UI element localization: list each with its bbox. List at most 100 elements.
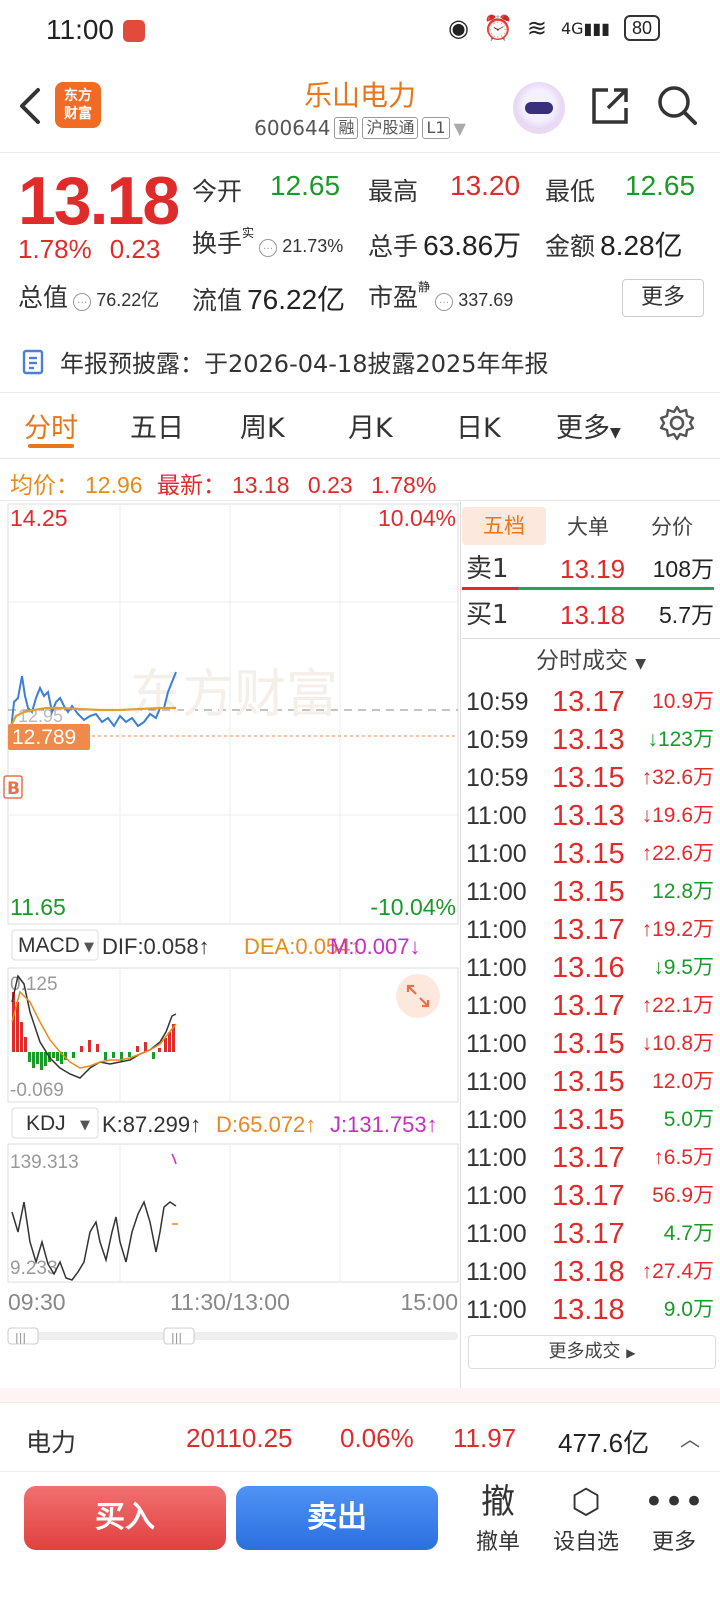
tab-five-levels[interactable]: 五档 [462,507,546,545]
tab-big-orders[interactable]: 大单 [546,511,630,541]
sell-button[interactable]: 卖出 [236,1486,438,1550]
trade-volume: 5.0万 [663,1108,714,1131]
expand-icon [396,974,440,1018]
trade-volume: ↑22.1万 [641,994,714,1017]
gear-icon[interactable] [658,404,696,442]
ask-row: 卖1 13.19 108万 [462,546,720,592]
trade-time: 11:00 [466,1030,527,1058]
info-icon: … [435,292,454,311]
time-start: 09:30 [8,1289,66,1315]
trade-volume: ↑6.5万 [653,1146,714,1169]
high-value: 13.20 [450,170,521,201]
intraday-chart[interactable]: 东方财富 14.25 11.65 10.04% -10.04% 12.95 12… [0,502,460,1372]
search-icon[interactable] [656,84,698,126]
pct-axis-top: 10.04% [378,505,456,531]
more-actions-button[interactable]: ••• 更多 [634,1480,714,1556]
trade-row: 10:59 13.13 ↓123万 [462,721,720,759]
alarm-icon: ⏰ [482,14,513,42]
trade-row: 11:00 13.17 ↑19.2万 [462,911,720,949]
trade-price: 13.16 [552,952,625,984]
trade-time: 11:00 [466,1220,527,1248]
tab-intraday[interactable]: 分时 [24,406,78,445]
trade-row: 11:00 13.15 12.0万 [462,1063,720,1101]
trade-price: 13.17 [552,1180,625,1212]
macd-m: M:0.007↓ [330,934,421,959]
trade-time: 11:00 [466,840,527,868]
pe-value: 337.69 [458,290,514,310]
trades-title[interactable]: 分时成交 ▼ [462,639,720,683]
tab-weekly-k[interactable]: 周K [240,406,285,445]
svg-text:|||: ||| [171,1331,182,1344]
trade-volume: ↑27.4万 [641,1260,714,1283]
trade-time: 11:00 [466,878,527,906]
trade-time: 11:00 [466,992,527,1020]
sector-pct: 0.06% [340,1423,414,1453]
trade-volume: 9.0万 [663,1298,714,1321]
signal-icon: 4G▮▮▮ [560,18,610,38]
kdj-j: J:131.753↑ [330,1112,438,1137]
caret-down-icon: ▼ [635,656,647,672]
trade-time: 11:00 [466,1068,527,1096]
sector-index: 20110.25 [186,1423,293,1453]
trade-price: 13.15 [552,762,625,794]
document-icon [22,349,44,374]
tab-daily-k[interactable]: 日K [456,406,501,445]
stock-code: 600644 [254,116,331,140]
sector-bar[interactable]: 电力 20110.25 0.06% 11.97 477.6亿 ︿ [0,1402,720,1472]
kdj-label: KDJ [26,1112,66,1135]
trade-row: 11:00 13.18 ↑27.4万 [462,1253,720,1291]
trade-row: 11:00 13.15 12.8万 [462,873,720,911]
svg-text:▼: ▼ [84,940,94,955]
trade-price: 13.15 [552,876,625,908]
add-watchlist-button[interactable]: ⬡ 设自选 [546,1480,626,1556]
svg-text:▼: ▼ [80,1118,90,1133]
volume-stat: 总手 63.86万 [368,230,522,261]
trade-price: 13.15 [552,1028,625,1060]
tab-five-day[interactable]: 五日 [130,406,184,445]
trade-price: 13.17 [552,990,625,1022]
trade-volume: 12.0万 [652,1070,714,1093]
trade-row: 11:00 13.17 56.9万 [462,1177,720,1215]
avg-price-line: 均价： 12.96 最新： 13.18 0.23 1.78% [10,472,437,498]
status-time: 11:00 [46,14,114,45]
buy-button[interactable]: 买入 [24,1486,226,1550]
divider [0,500,720,501]
trade-row: 11:00 13.15 5.0万 [462,1101,720,1139]
current-price: 13.18 [18,163,180,239]
open-stat: 今开 [192,177,243,206]
notice-text: 年报预披露：于2026-04-18披露2025年年报 [60,350,549,378]
assistant-robot-icon[interactable] [513,82,565,134]
chevron-up-icon[interactable]: ︿ [680,1423,700,1452]
tab-more[interactable]: 更多▼ [556,406,621,445]
trade-volume: ↑19.2万 [641,918,714,941]
svg-text:|||: ||| [15,1331,26,1344]
trade-price: 13.17 [552,1142,625,1174]
trades-list: 10:59 13.17 10.9万 10:59 13.13 ↓123万 10:59 13.15… [462,683,720,1329]
trade-row: 11:00 13.16 ↓9.5万 [462,949,720,987]
y-axis-bottom: 11.65 [10,894,66,920]
high-label: 最高 [368,177,419,206]
chart-tabs: 分时 五日 周K 月K 日K 更多▼ [0,396,720,458]
turnover-stat: 换手实 … 21.73% [192,226,344,258]
trade-price: 13.15 [552,1104,625,1136]
divider [0,392,720,393]
macd-dif: DIF:0.058↑ [102,934,210,959]
caret-down-icon: ▼ [610,425,621,441]
trade-row: 10:59 13.15 ↑32.6万 [462,759,720,797]
cancel-order-button[interactable]: 撤 撤单 [458,1480,538,1556]
mktcap-stat: 总值 … 76.22亿 [18,283,160,312]
order-side-panel: 五档 大单 分价 卖1 13.19 108万 买1 13.18 5.7万 分时成… [462,506,720,1369]
spacer [0,1388,720,1402]
trade-time: 11:00 [466,1182,527,1210]
trade-volume: 12.8万 [652,880,714,903]
share-icon[interactable] [590,86,630,126]
annual-report-notice[interactable]: 年报预披露：于2026-04-18披露2025年年报 [22,344,549,379]
tab-monthly-k[interactable]: 月K [348,406,393,445]
tab-price-distribution[interactable]: 分价 [630,511,714,541]
trade-price: 13.18 [552,1294,625,1326]
trade-price: 13.15 [552,1066,625,1098]
trade-volume: 56.9万 [652,1184,714,1207]
more-stats-button[interactable]: 更多 [622,279,704,317]
trade-time: 11:00 [466,1296,527,1324]
more-trades-button[interactable]: 更多成交 ▶ [468,1335,716,1369]
